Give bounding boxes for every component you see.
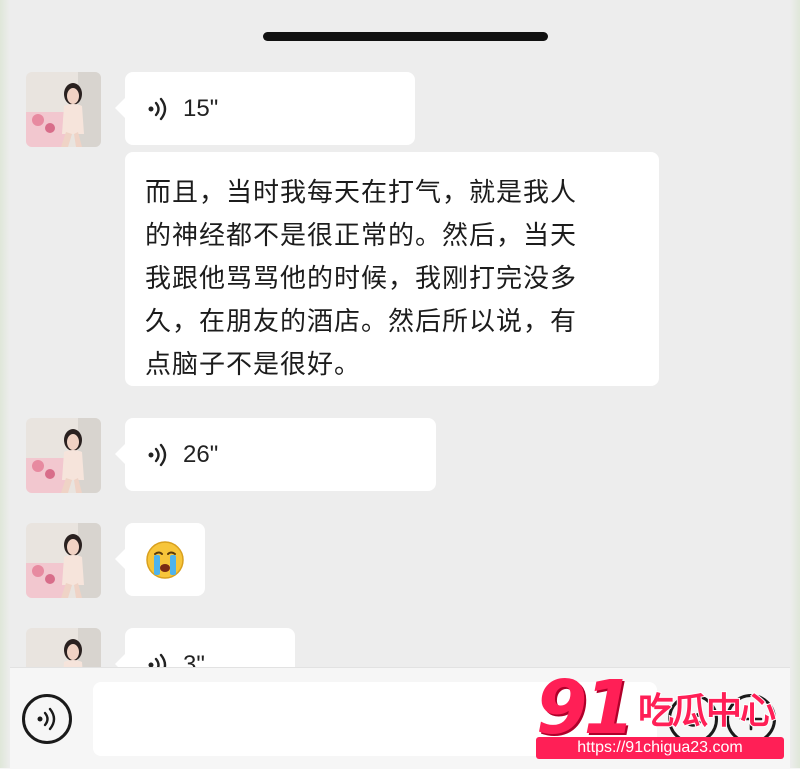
voice-mode-button[interactable]	[22, 694, 72, 744]
avatar-photo	[26, 418, 101, 493]
home-indicator	[263, 32, 548, 41]
avatar-photo	[26, 628, 101, 667]
chat-message-list[interactable]: 15" 而且，当时我每天在打气，就是我人 的神经都不是很正常的。然后，当天 我跟…	[0, 0, 800, 667]
sender-avatar[interactable]	[26, 628, 101, 667]
voice-message-bubble[interactable]: 15"	[115, 72, 415, 145]
voice-wave-icon	[148, 653, 167, 667]
watermark-logo-number: 91	[536, 665, 635, 751]
watermark-url: https://91chigua23.com	[536, 737, 784, 759]
site-watermark: 91 吃瓜中心 https://91chigua23.com	[536, 668, 786, 764]
avatar-photo	[26, 523, 101, 598]
voice-message-bubble[interactable]: 26"	[115, 418, 436, 491]
voice-duration: 3"	[183, 650, 205, 668]
voice-duration: 26"	[183, 440, 219, 468]
sender-avatar[interactable]	[26, 72, 101, 147]
sender-avatar[interactable]	[26, 523, 101, 598]
voice-message-bubble[interactable]: 3"	[115, 628, 295, 668]
message-line: 的神经都不是很正常的。然后，当天	[145, 221, 578, 251]
emoji-message-bubble[interactable]	[115, 523, 205, 596]
right-edge-decoration	[790, 0, 800, 768]
message-line: 我跟他骂骂他的时候，我刚打完没多	[145, 264, 578, 294]
avatar-photo	[26, 72, 101, 147]
voice-mode-icon	[37, 707, 56, 731]
left-edge-decoration	[0, 0, 10, 768]
watermark-logo-text: 吃瓜中心	[637, 691, 777, 733]
voice-wave-icon	[148, 97, 167, 120]
message-line: 点脑子不是很好。	[145, 350, 362, 380]
message-line: 而且，当时我每天在打气，就是我人	[145, 178, 578, 208]
text-message-bubble[interactable]: 而且，当时我每天在打气，就是我人 的神经都不是很正常的。然后，当天 我跟他骂骂他…	[125, 152, 659, 386]
crying-face-icon	[146, 540, 184, 579]
voice-duration: 15"	[183, 94, 219, 122]
message-line: 久，在朋友的酒店。然后所以说，有	[145, 307, 578, 337]
sender-avatar[interactable]	[26, 418, 101, 493]
voice-wave-icon	[148, 443, 167, 466]
